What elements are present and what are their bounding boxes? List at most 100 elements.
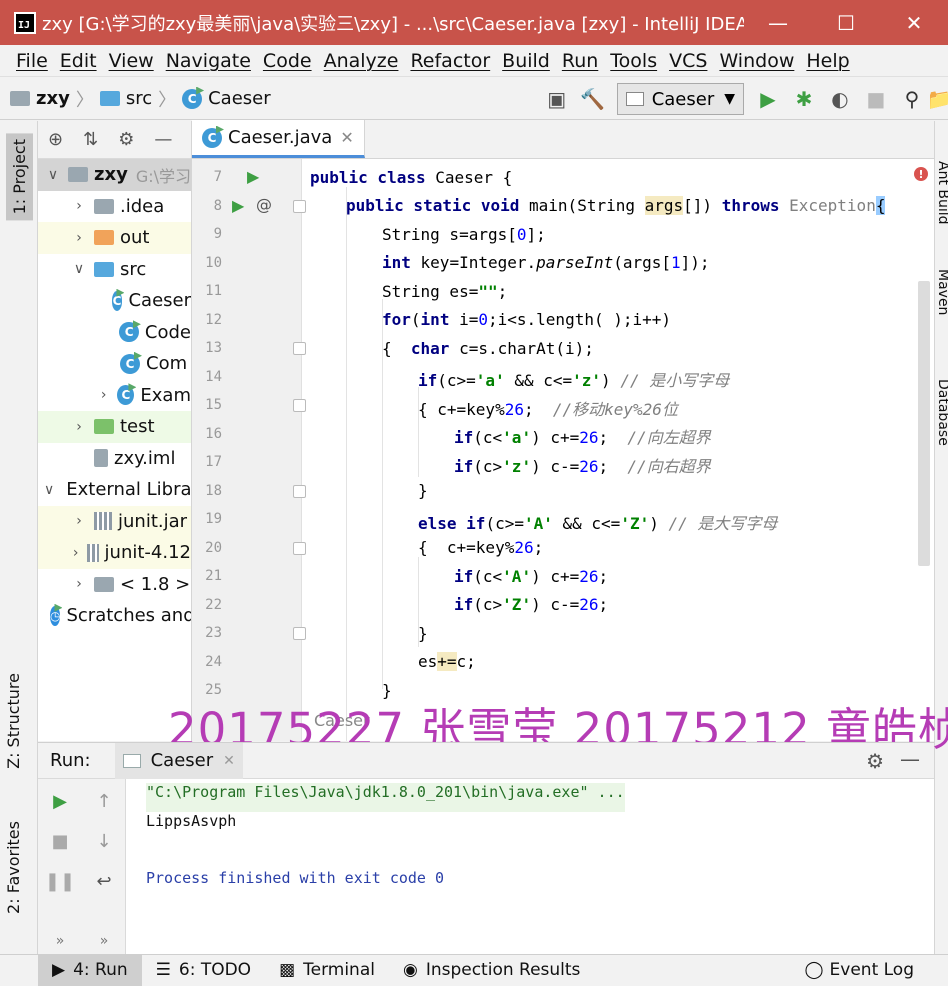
menu-window[interactable]: Window: [719, 50, 794, 72]
chevron-right-icon[interactable]: ›: [70, 513, 88, 529]
breadcrumb-project[interactable]: zxy: [10, 88, 70, 109]
editor-scrollbar[interactable]: [918, 281, 930, 566]
folder-icon[interactable]: 📁: [930, 81, 948, 117]
run-icon[interactable]: ▶: [750, 81, 786, 117]
line-number: 12: [205, 311, 222, 328]
debug-bug-icon[interactable]: ✱: [786, 81, 822, 117]
fold-toggle-icon[interactable]: [293, 199, 306, 213]
menu-edit[interactable]: Edit: [60, 50, 97, 72]
chevron-right-icon[interactable]: ›: [70, 230, 88, 246]
run-panel-header: Run: Caeser ✕ ⚙ —: [38, 742, 934, 779]
chevron-right-icon[interactable]: ›: [70, 419, 88, 435]
tree-item[interactable]: › < 1.8 >: [38, 569, 191, 601]
fold-toggle-icon[interactable]: [293, 484, 306, 498]
maximize-button[interactable]: ☐: [812, 0, 880, 45]
tree-item[interactable]: zxy.iml: [38, 443, 191, 475]
chevron-down-icon[interactable]: ∨: [44, 482, 54, 498]
run-tab-caeser[interactable]: Caeser ✕: [114, 742, 243, 779]
tab-run[interactable]: ▶ 4: Run: [38, 954, 142, 986]
tree-item[interactable]: › C Exam: [38, 380, 191, 412]
build-hammer-icon[interactable]: 🔨: [575, 81, 611, 117]
tab-inspection-results[interactable]: ◉ Inspection Results: [389, 955, 594, 986]
chevron-down-icon[interactable]: ∨: [70, 261, 88, 277]
chevron-right-icon[interactable]: ›: [70, 198, 88, 214]
minimize-button[interactable]: —: [744, 0, 812, 45]
override-marker-icon[interactable]: @: [256, 195, 272, 214]
menu-build[interactable]: Build: [502, 50, 550, 72]
breadcrumb-file[interactable]: C Caeser: [182, 88, 271, 109]
menu-navigate[interactable]: Navigate: [166, 50, 251, 72]
tab-favorites[interactable]: 2: Favorites: [4, 821, 23, 914]
tree-item[interactable]: › junit.jar: [38, 505, 191, 537]
arrow-up-icon[interactable]: ↑: [92, 789, 116, 813]
tree-item[interactable]: ∨ src: [38, 254, 191, 286]
chevron-right-icon[interactable]: ›: [96, 387, 111, 403]
more-icon[interactable]: »: [92, 929, 116, 953]
menu-help[interactable]: Help: [806, 50, 849, 72]
menu-view[interactable]: View: [109, 50, 154, 72]
menu-tools[interactable]: Tools: [610, 50, 657, 72]
run-main-icon[interactable]: ▶: [232, 196, 244, 215]
menu-run[interactable]: Run: [562, 50, 598, 72]
code-area[interactable]: public class Caeser { public static void…: [310, 159, 914, 741]
gear-icon[interactable]: ⚙: [118, 129, 134, 150]
tree-item[interactable]: ∨ External Libraries: [38, 474, 191, 506]
hide-icon[interactable]: —: [900, 747, 920, 771]
close-button[interactable]: ✕: [880, 0, 948, 45]
fold-toggle-icon[interactable]: [293, 541, 306, 555]
breadcrumb-folder[interactable]: src: [99, 88, 152, 109]
collapse-all-icon[interactable]: ⇅: [83, 129, 98, 150]
console-output[interactable]: "C:\Program Files\Java\jdk1.8.0_201\bin\…: [146, 783, 625, 897]
coverage-icon[interactable]: ◐: [822, 81, 858, 117]
menu-code[interactable]: Code: [263, 50, 312, 72]
tree-item[interactable]: › .idea: [38, 191, 191, 223]
stop-icon[interactable]: ■: [48, 829, 72, 853]
menu-refactor[interactable]: Refactor: [410, 50, 490, 72]
chevron-right-icon[interactable]: ›: [70, 545, 81, 561]
tab-project[interactable]: 1: Project: [6, 133, 33, 221]
tree-item[interactable]: ◷Scratches and Consoles: [38, 600, 191, 632]
menu-file[interactable]: File: [16, 50, 48, 72]
locate-icon[interactable]: ⊕: [48, 129, 63, 150]
rerun-icon[interactable]: ▶: [48, 789, 72, 813]
tab-todo[interactable]: ☰ 6: TODO: [142, 955, 265, 986]
tree-item[interactable]: ∨ zxy G:\学习: [38, 159, 191, 191]
project-structure-icon[interactable]: ▣: [539, 81, 575, 117]
stop-icon[interactable]: ■: [858, 81, 894, 117]
run-configuration-select[interactable]: Caeser ▼: [616, 83, 744, 115]
tab-database[interactable]: Database: [935, 379, 948, 446]
soft-wrap-icon[interactable]: ↩: [92, 869, 116, 893]
arrow-down-icon[interactable]: ↓: [92, 829, 116, 853]
gear-icon[interactable]: ⚙: [866, 749, 884, 773]
tree-item[interactable]: › test: [38, 411, 191, 443]
chevron-down-icon[interactable]: ∨: [44, 167, 62, 183]
search-icon[interactable]: ⚲: [894, 81, 930, 117]
fold-toggle-icon[interactable]: [293, 399, 306, 412]
event-log-button[interactable]: ◯ Event Log: [791, 955, 929, 986]
fold-toggle-icon[interactable]: [293, 342, 306, 355]
more-icon[interactable]: »: [48, 929, 72, 953]
run-class-icon[interactable]: ▶: [247, 167, 259, 186]
tab-terminal[interactable]: ▩ Terminal: [265, 955, 389, 986]
tab-caeser-java[interactable]: C Caeser.java ✕: [192, 120, 365, 158]
close-tab-icon[interactable]: ✕: [223, 753, 235, 769]
chevron-right-icon[interactable]: ›: [70, 576, 88, 592]
tree-item[interactable]: › junit-4.12: [38, 537, 191, 569]
tree-item[interactable]: C Code: [38, 317, 191, 349]
chevron-right-icon: 〉: [158, 89, 177, 111]
menu-analyze[interactable]: Analyze: [324, 50, 399, 72]
tab-structure[interactable]: Z: Structure: [4, 673, 23, 769]
pause-icon[interactable]: ❚❚: [45, 869, 75, 893]
close-tab-icon[interactable]: ✕: [340, 128, 353, 147]
tab-ant-build[interactable]: Ant Build: [935, 161, 948, 225]
error-indicator-icon[interactable]: !: [914, 167, 928, 181]
tree-item[interactable]: C Com: [38, 348, 191, 380]
line-number: 19: [205, 511, 222, 527]
line-number: 17: [205, 454, 222, 470]
tab-maven[interactable]: Maven: [935, 269, 948, 315]
fold-toggle-icon[interactable]: [293, 627, 306, 640]
tree-item[interactable]: › out: [38, 222, 191, 254]
tree-item[interactable]: C Caeser: [38, 285, 191, 317]
hide-icon[interactable]: —: [154, 129, 172, 150]
menu-vcs[interactable]: VCS: [669, 50, 707, 72]
